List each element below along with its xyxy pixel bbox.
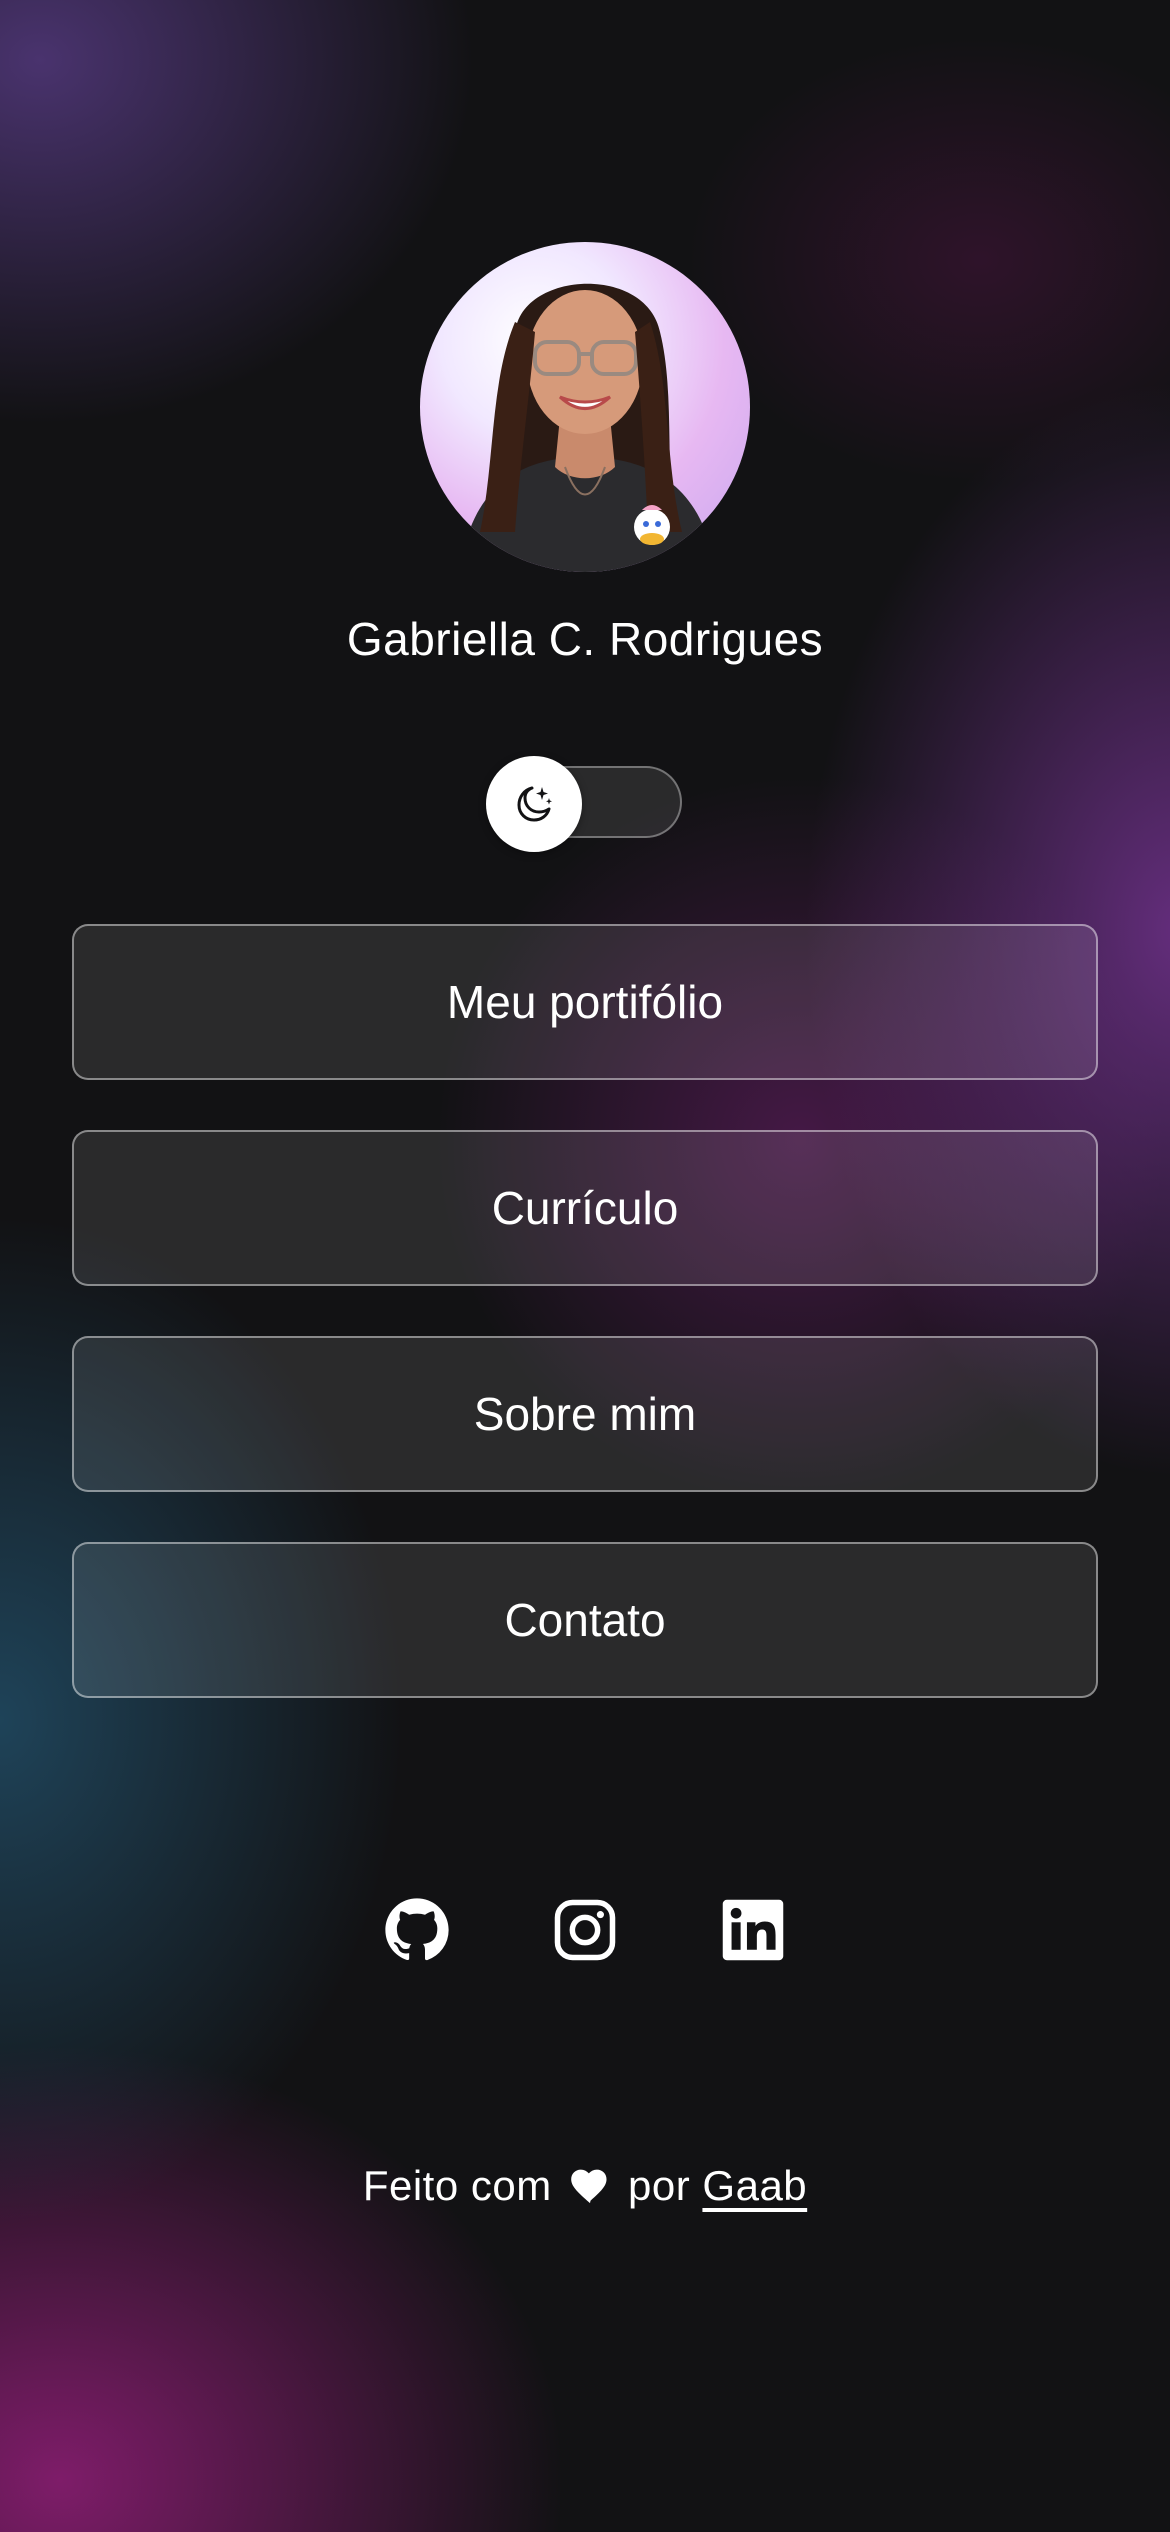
theme-toggle[interactable]: [486, 756, 682, 852]
about-me-button[interactable]: Sobre mim: [72, 1336, 1098, 1492]
instagram-link[interactable]: [551, 1896, 619, 1964]
footer: Feito com por Gaab: [0, 2162, 1170, 2214]
portfolio-button[interactable]: Meu portifólio: [72, 924, 1098, 1080]
curriculum-button[interactable]: Currículo: [72, 1130, 1098, 1286]
profile-name: Gabriella C. Rodrigues: [346, 613, 824, 665]
heart-icon: [570, 2166, 610, 2214]
instagram-icon: [554, 1899, 616, 1961]
moon-stars-icon: [517, 786, 552, 822]
author-link[interactable]: Gaab: [702, 2162, 807, 2209]
profile-photo: [460, 283, 715, 572]
link-list: Meu portifólio Currículo Sobre mim Conta…: [72, 924, 1098, 1748]
toggle-knob[interactable]: [486, 756, 582, 852]
github-icon: [385, 1898, 449, 1961]
linkedin-link[interactable]: [719, 1896, 787, 1964]
github-link[interactable]: [383, 1896, 451, 1964]
footer-middle: por: [628, 2162, 691, 2209]
avatar: [420, 242, 750, 572]
footer-prefix: Feito com: [362, 2162, 552, 2209]
contact-button[interactable]: Contato: [72, 1542, 1098, 1698]
linkedin-icon: [722, 1899, 784, 1961]
social-links: [0, 1896, 1170, 1964]
linktree-page: Gabriella C. Rodrigues Meu portifólio Cu…: [0, 0, 1170, 2532]
